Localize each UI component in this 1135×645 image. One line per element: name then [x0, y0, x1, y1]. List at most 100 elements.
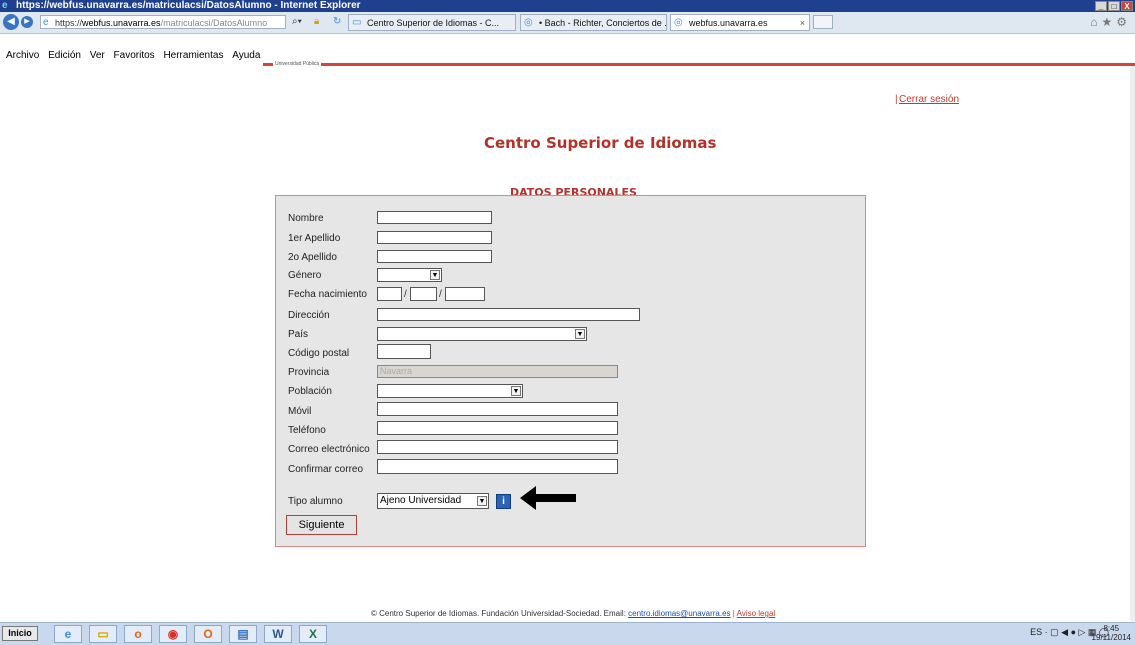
tab-site-icon: ◎	[524, 17, 533, 28]
lock-icon[interactable]: 🔒︎	[314, 15, 319, 29]
search-icon[interactable]: ⌕▾	[292, 15, 302, 29]
pais-select[interactable]: ▼	[377, 327, 587, 341]
tipo-alumno-label: Tipo alumno	[288, 496, 343, 507]
logout-link[interactable]: Cerrar sesión	[899, 94, 959, 105]
menu-ver[interactable]: Ver	[90, 50, 105, 61]
clock-time: 8:45	[1103, 624, 1120, 633]
nombre-input[interactable]	[377, 211, 492, 224]
page-footer: © Centro Superior de Idiomas. Fundación …	[371, 609, 775, 618]
menu-ayuda[interactable]: Ayuda	[232, 50, 260, 61]
browser-toolbar-icons: ⌂★⚙	[1090, 15, 1131, 29]
language-indicator[interactable]: ES	[1030, 627, 1042, 637]
telefono-label: Teléfono	[288, 425, 326, 436]
taskbar-explorer-icon[interactable]: ▭	[89, 625, 117, 643]
page-title: Centro Superior de Idiomas	[484, 134, 717, 152]
chevron-down-icon: ▼	[477, 496, 487, 506]
settings-icon[interactable]: ⚙	[1116, 15, 1131, 29]
ie-logo-icon: e	[2, 0, 8, 11]
back-icon[interactable]: ◀	[3, 14, 19, 30]
logout-separator: |	[895, 94, 898, 105]
movil-input[interactable]	[377, 402, 618, 416]
taskbar-outlook-icon[interactable]: o	[124, 625, 152, 643]
tab-bach-richter[interactable]: ◎ • Bach - Richter, Conciertos de ...	[520, 14, 667, 31]
tab-close-icon[interactable]: ×	[800, 15, 805, 30]
telefono-input[interactable]	[377, 421, 618, 435]
aviso-legal-link[interactable]: Aviso legal	[737, 609, 776, 618]
menu-favoritos[interactable]: Favoritos	[114, 50, 155, 61]
footer-separator: |	[732, 609, 735, 618]
menu-archivo[interactable]: Archivo	[6, 50, 39, 61]
fecha-anio-input[interactable]	[445, 287, 485, 301]
direccion-input[interactable]	[377, 308, 640, 321]
footer-text: © Centro Superior de Idiomas. Fundación …	[371, 609, 626, 618]
poblacion-select[interactable]: ▼	[377, 384, 523, 398]
start-button[interactable]: Inicio	[2, 626, 38, 641]
taskbar: Inicio e ▭ o ◉ O ▤ W X ES · ▢ ◀ ● ▷ ▦ ◯ …	[0, 622, 1135, 645]
new-tab-button[interactable]	[813, 15, 833, 29]
apellido2-input[interactable]	[377, 250, 492, 263]
poblacion-label: Población	[288, 386, 332, 397]
maximize-button[interactable]: □	[1108, 1, 1120, 11]
chevron-down-icon: ▼	[430, 270, 440, 280]
movil-label: Móvil	[288, 406, 312, 417]
address-prefix: https://	[55, 18, 83, 28]
taskbar-chrome-icon[interactable]: ◉	[159, 625, 187, 643]
favorites-icon[interactable]: ★	[1101, 15, 1116, 29]
genero-label: Género	[288, 270, 322, 281]
menu-edicion[interactable]: Edición	[48, 50, 81, 61]
address-bar[interactable]: e https://webfus.unavarra.es/matriculacsi…	[40, 15, 286, 29]
provincia-input: Navarra	[377, 365, 618, 378]
pais-label: País	[288, 329, 309, 340]
vertical-scrollbar[interactable]	[1130, 66, 1135, 621]
home-icon[interactable]: ⌂	[1090, 15, 1101, 29]
tab-label: • Bach - Richter, Conciertos de ...	[539, 18, 667, 28]
tab-webfus[interactable]: ◎ webfus.unavarra.es ×	[670, 14, 810, 31]
tab-site-icon: ▭	[352, 17, 362, 28]
cp-label: Código postal	[288, 348, 350, 359]
fecha-dia-input[interactable]	[377, 287, 402, 301]
forward-icon[interactable]: ▶	[21, 16, 33, 28]
fecha-label: Fecha nacimiento	[288, 289, 367, 300]
site-icon: e	[43, 17, 49, 28]
window-titlebar: e https://webfus.unavarra.es/matriculacs…	[0, 0, 1135, 12]
navigation-bar: ◀ ▶ e https://webfus.unavarra.es/matricul…	[0, 12, 1135, 34]
chevron-down-icon: ▼	[575, 329, 585, 339]
direccion-label: Dirección	[288, 310, 330, 321]
siguiente-button[interactable]: Siguiente	[286, 515, 357, 535]
genero-select[interactable]: ▼	[377, 268, 442, 282]
apellido1-input[interactable]	[377, 231, 492, 244]
provincia-label: Provincia	[288, 367, 330, 378]
address-host: webfus.unavarra.es	[82, 18, 161, 28]
window-controls: _ □ X	[1095, 1, 1133, 11]
tab-site-icon: ◎	[674, 17, 683, 28]
fecha-mes-input[interactable]	[410, 287, 437, 301]
tab-label: Centro Superior de Idiomas - C...	[367, 18, 500, 28]
taskbar-excel-icon[interactable]: X	[299, 625, 327, 643]
clock-date: 19/11/2014	[1091, 633, 1131, 642]
confirmar-label: Confirmar correo	[288, 464, 364, 475]
taskbar-viewer-icon[interactable]: ▤	[229, 625, 257, 643]
minimize-button[interactable]: _	[1095, 1, 1107, 11]
date-separator: /	[404, 289, 407, 300]
left-arrow-icon	[520, 486, 576, 510]
tab-centro-superior[interactable]: ▭ Centro Superior de Idiomas - C...	[348, 14, 516, 31]
window-title: https://webfus.unavarra.es/matriculacsi/…	[16, 0, 361, 11]
address-path: /matriculacsi/DatosAlumno	[160, 18, 268, 28]
refresh-icon[interactable]: ↻	[333, 15, 341, 29]
tab-label: webfus.unavarra.es	[689, 18, 768, 28]
cp-input[interactable]	[377, 344, 431, 359]
logo-caption: Universidad Pública	[273, 61, 322, 67]
taskbar-office-icon[interactable]: O	[194, 625, 222, 643]
footer-email-link[interactable]: centro.idiomas@unavarra.es	[628, 609, 730, 618]
taskbar-word-icon[interactable]: W	[264, 625, 292, 643]
tipo-alumno-select[interactable]: Ajeno Universidad ▼	[377, 493, 489, 509]
confirmar-correo-input[interactable]	[377, 459, 618, 474]
menu-herramientas[interactable]: Herramientas	[163, 50, 223, 61]
info-icon[interactable]: i	[496, 494, 511, 509]
correo-input[interactable]	[377, 440, 618, 454]
clock[interactable]: 8:45 19/11/2014	[1092, 624, 1131, 642]
taskbar-ie-icon[interactable]: e	[54, 625, 82, 643]
close-window-button[interactable]: X	[1121, 1, 1133, 11]
nombre-label: Nombre	[288, 213, 324, 224]
menu-bar: Archivo Edición Ver Favoritos Herramient…	[0, 48, 1135, 64]
